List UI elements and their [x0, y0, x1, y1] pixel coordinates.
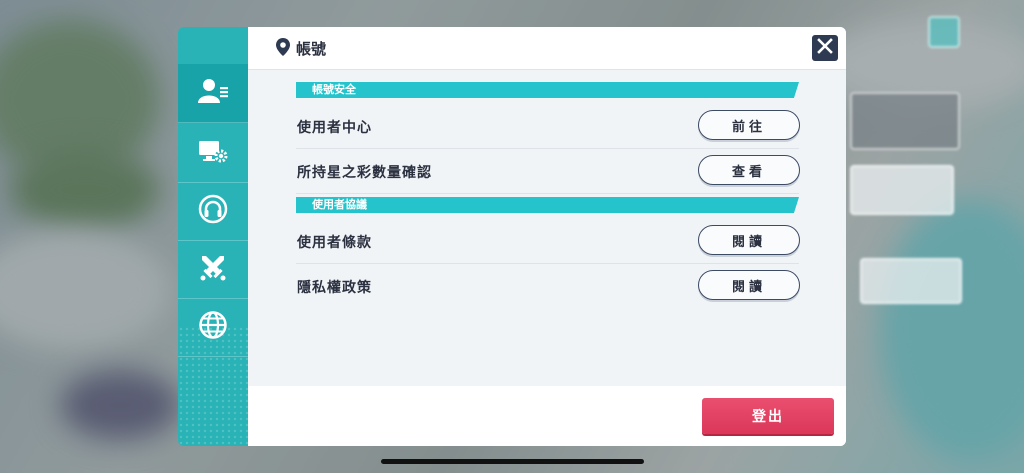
- rail-dot-pattern: [178, 326, 248, 446]
- panel-header: 帳號: [248, 27, 846, 70]
- list-item: 所持星之彩數量確認 查看: [296, 149, 800, 194]
- logout-button[interactable]: 登出: [702, 398, 834, 434]
- tab-battle[interactable]: [178, 240, 248, 299]
- panel-content: 帳號安全 使用者中心 前往 所持星之彩數量確認 查看 使用者協議 使用者條款 閱…: [248, 70, 846, 386]
- home-indicator[interactable]: [381, 459, 644, 464]
- crossed-swords-icon: [198, 252, 228, 286]
- go-to-user-center-button[interactable]: 前往: [698, 110, 800, 140]
- row-label-star-color-count: 所持星之彩數量確認: [297, 165, 432, 181]
- row-label-terms-of-use: 使用者條款: [297, 235, 372, 251]
- headphones-icon: [198, 194, 228, 228]
- close-button[interactable]: [812, 35, 838, 61]
- panel-footer: 登出: [248, 386, 846, 446]
- tab-display-settings[interactable]: [178, 124, 248, 183]
- tab-account[interactable]: [178, 64, 256, 123]
- section-header-user-agreement: 使用者協議: [296, 197, 799, 213]
- account-settings-panel: 帳號 帳號安全 使用者中心 前往 所持星之彩數量確認 查看 使用者協議 使用者條…: [248, 27, 846, 446]
- section-header-account-security: 帳號安全: [296, 82, 799, 98]
- list-item: 使用者條款 閱讀: [296, 219, 800, 264]
- list-item: 使用者中心 前往: [296, 104, 800, 149]
- close-icon: [817, 38, 833, 58]
- account-icon: [198, 78, 228, 108]
- settings-tab-rail: [178, 27, 256, 446]
- view-star-color-count-button[interactable]: 查看: [698, 155, 800, 185]
- row-label-privacy-policy: 隱私權政策: [297, 280, 372, 296]
- section-title: 使用者協議: [312, 198, 367, 211]
- page-title: 帳號: [296, 40, 327, 58]
- monitor-gear-icon: [198, 138, 228, 168]
- list-item: 隱私權政策 閱讀: [296, 264, 800, 308]
- read-terms-button[interactable]: 閱讀: [698, 225, 800, 255]
- read-privacy-policy-button[interactable]: 閱讀: [698, 270, 800, 300]
- tab-audio[interactable]: [178, 182, 248, 241]
- row-label-user-center: 使用者中心: [297, 120, 372, 136]
- section-title: 帳號安全: [312, 83, 356, 96]
- location-pin-icon: [276, 38, 290, 60]
